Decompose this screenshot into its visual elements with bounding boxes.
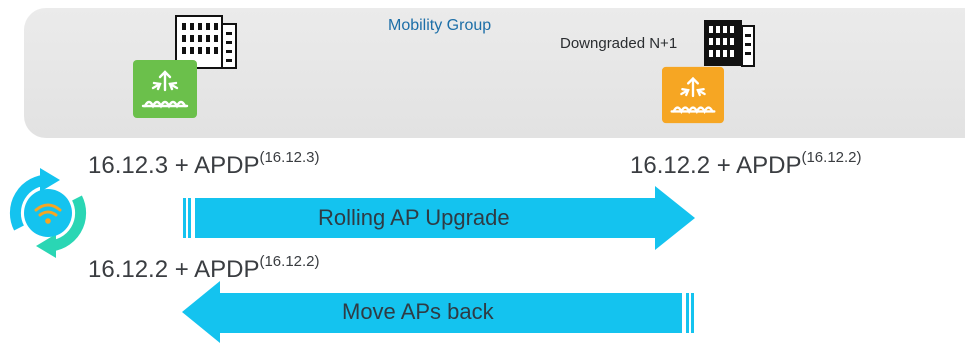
primary-version: 16.12.3 (88, 152, 169, 179)
mobility-group-title: Mobility Group (388, 17, 492, 34)
version-joiner: + APDP (174, 256, 260, 283)
upgraded-version: 16.12.2 (88, 256, 169, 283)
wireless-controller-icon (662, 66, 724, 124)
sync-wifi-icon (9, 168, 87, 258)
secondary-apdp-version: 16.12.2 (806, 149, 857, 166)
secondary-version-label: 16.12.2 + APDP(16.12.2) (630, 149, 862, 179)
upgraded-apdp-version: 16.12.2 (264, 253, 315, 270)
version-joiner: + APDP (174, 152, 260, 179)
version-joiner: + APDP (716, 152, 802, 179)
primary-apdp-version: 16.12.3 (264, 149, 315, 166)
primary-version-label: 16.12.3 + APDP(16.12.3) (88, 149, 320, 179)
rolling-upgrade-label: Rolling AP Upgrade (318, 205, 510, 230)
downgraded-n1-label: Downgraded N+1 (560, 35, 678, 52)
move-aps-back-label: Move APs back (342, 299, 494, 324)
upgraded-version-label: 16.12.2 + APDP(16.12.2) (88, 253, 320, 283)
secondary-version: 16.12.2 (630, 152, 711, 179)
wireless-controller-icon (133, 60, 197, 118)
